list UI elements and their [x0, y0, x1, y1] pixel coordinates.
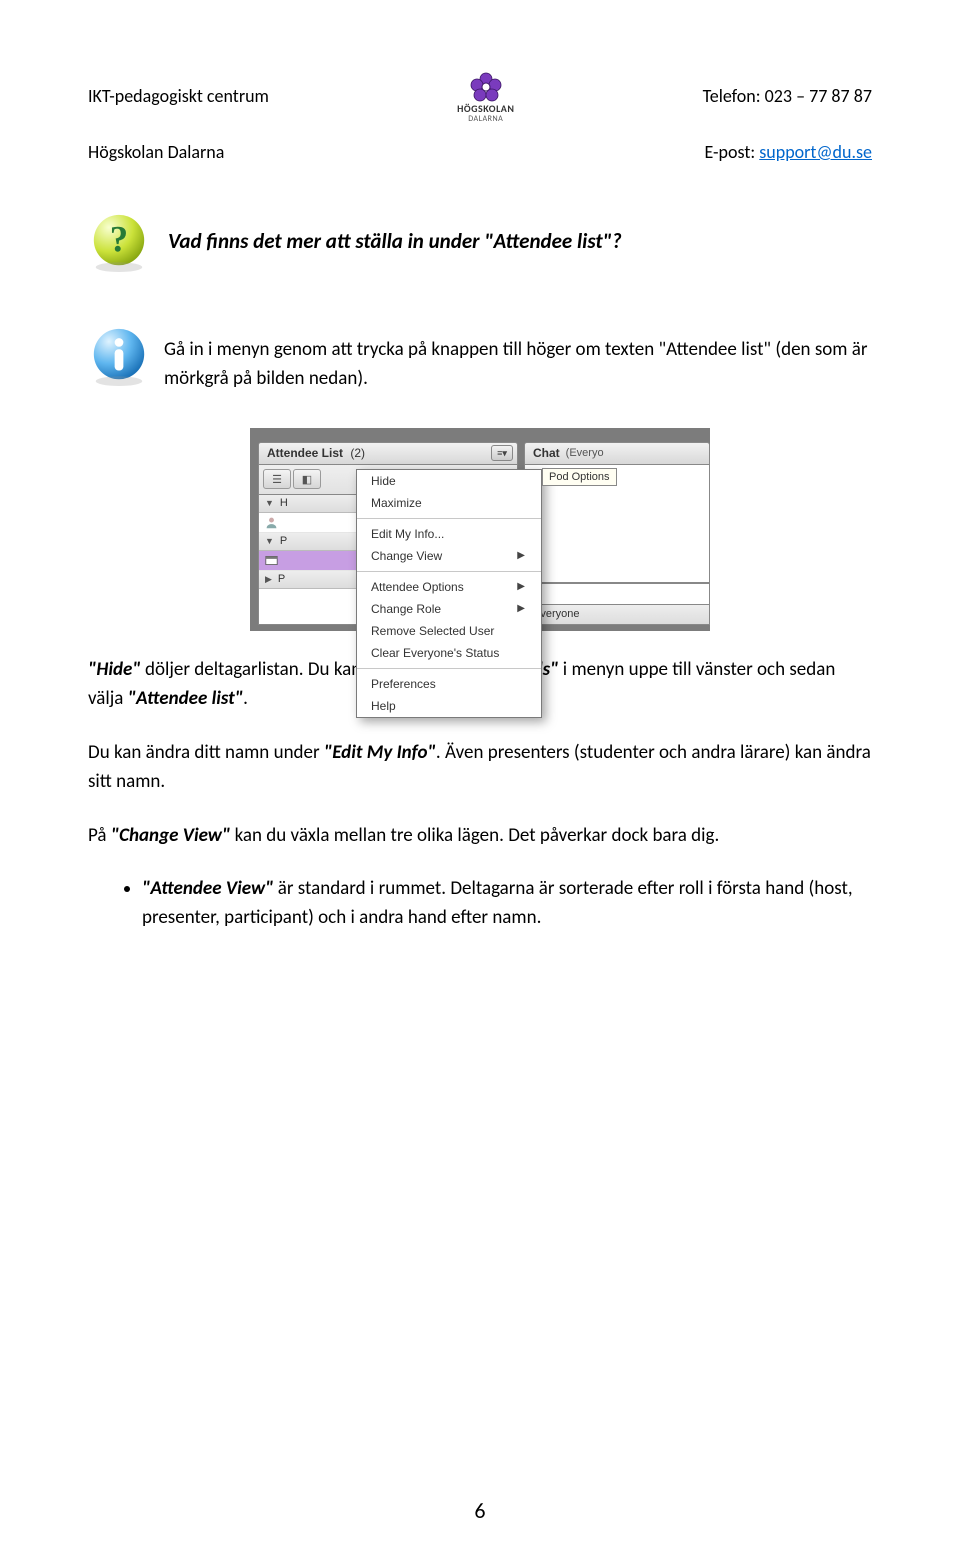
menu-edit-my-info[interactable]: Edit My Info... [357, 523, 541, 545]
user-icon [265, 516, 278, 529]
role-label-h: H [280, 497, 288, 509]
role-label-p2: P [278, 573, 285, 585]
screenshot: Attendee List (2) ≡▾ ☰ ◧ ▼ H [250, 428, 710, 631]
menu-preferences[interactable]: Preferences [357, 673, 541, 695]
logo-text-top: HÖGSKOLAN [457, 104, 514, 115]
info-row: Gå in i menyn genom att trycka på knappe… [88, 325, 872, 394]
attendee-view-bullets: "Attendee View" är standard i rummet. De… [88, 874, 872, 933]
role-label-p: P [280, 535, 287, 547]
chat-pod-title: Chat (Everyo [524, 442, 710, 465]
intro-paragraph: Gå in i menyn genom att trycka på knappe… [164, 335, 872, 394]
change-view-paragraph: På "Change View" kan du växla mellan tre… [88, 821, 872, 850]
university-logo: HÖGSKOLAN DALARNA [416, 70, 556, 123]
menu-help[interactable]: Help [357, 695, 541, 717]
svg-text:?: ? [110, 219, 128, 260]
logo-text-bottom: DALARNA [468, 115, 503, 123]
attendee-count: (2) [350, 446, 365, 460]
header-email: E-post: support@du.se [704, 141, 872, 163]
header-school: Högskolan Dalarna [88, 141, 224, 163]
triangle-right-icon: ▶ [265, 574, 272, 585]
page-title: Vad finns det mer att ställa in under "A… [168, 228, 622, 255]
pod-options-tooltip: Pod Options [542, 468, 617, 486]
page-subheader: Högskolan Dalarna E-post: support@du.se [88, 141, 872, 163]
info-icon [88, 325, 150, 387]
submenu-arrow-icon: ▶ [517, 581, 525, 592]
chat-title-text: Chat [533, 446, 560, 460]
page-number: 6 [0, 1497, 960, 1524]
header-phone: Telefon: 023 – 77 87 87 [703, 85, 872, 107]
question-icon: ? [88, 211, 150, 273]
menu-remove-user[interactable]: Remove Selected User [357, 620, 541, 642]
menu-hide[interactable]: Hide [357, 470, 541, 492]
bullet-attendee-view: "Attendee View" är standard i rummet. De… [142, 874, 872, 933]
page-header: IKT-pedagogiskt centrum HÖGSKOLAN DALARN… [88, 70, 872, 123]
chat-input[interactable] [524, 583, 710, 605]
flower-icon [468, 70, 504, 104]
pod-options-menu: Hide Maximize Edit My Info... Change Vie… [356, 469, 542, 718]
edit-info-paragraph: Du kan ändra ditt namn under "Edit My In… [88, 738, 872, 797]
menu-clear-status[interactable]: Clear Everyone's Status [357, 642, 541, 664]
triangle-down-icon: ▼ [265, 498, 274, 508]
chat-everyone-tab[interactable]: Everyone [524, 605, 710, 625]
header-org: IKT-pedagogiskt centrum [88, 85, 269, 107]
view-list-button[interactable]: ☰ [263, 469, 291, 489]
menu-change-view[interactable]: Change View▶ [357, 545, 541, 567]
question-row: ? Vad finns det mer att ställa in under … [88, 211, 872, 273]
chat-subtitle: (Everyo [566, 447, 604, 459]
support-email-link[interactable]: support@du.se [759, 141, 872, 163]
menu-maximize[interactable]: Maximize [357, 492, 541, 514]
view-status-button[interactable]: ◧ [293, 469, 321, 489]
attendee-title-text: Attendee List [267, 446, 343, 460]
submenu-arrow-icon: ▶ [517, 550, 525, 561]
menu-attendee-options[interactable]: Attendee Options▶ [357, 576, 541, 598]
attendee-pod-title: Attendee List (2) ≡▾ [258, 442, 518, 465]
submenu-arrow-icon: ▶ [517, 603, 525, 614]
presenter-icon [265, 554, 278, 567]
pod-options-button[interactable]: ≡▾ [491, 445, 513, 461]
menu-change-role[interactable]: Change Role▶ [357, 598, 541, 620]
triangle-down-icon: ▼ [265, 536, 274, 546]
